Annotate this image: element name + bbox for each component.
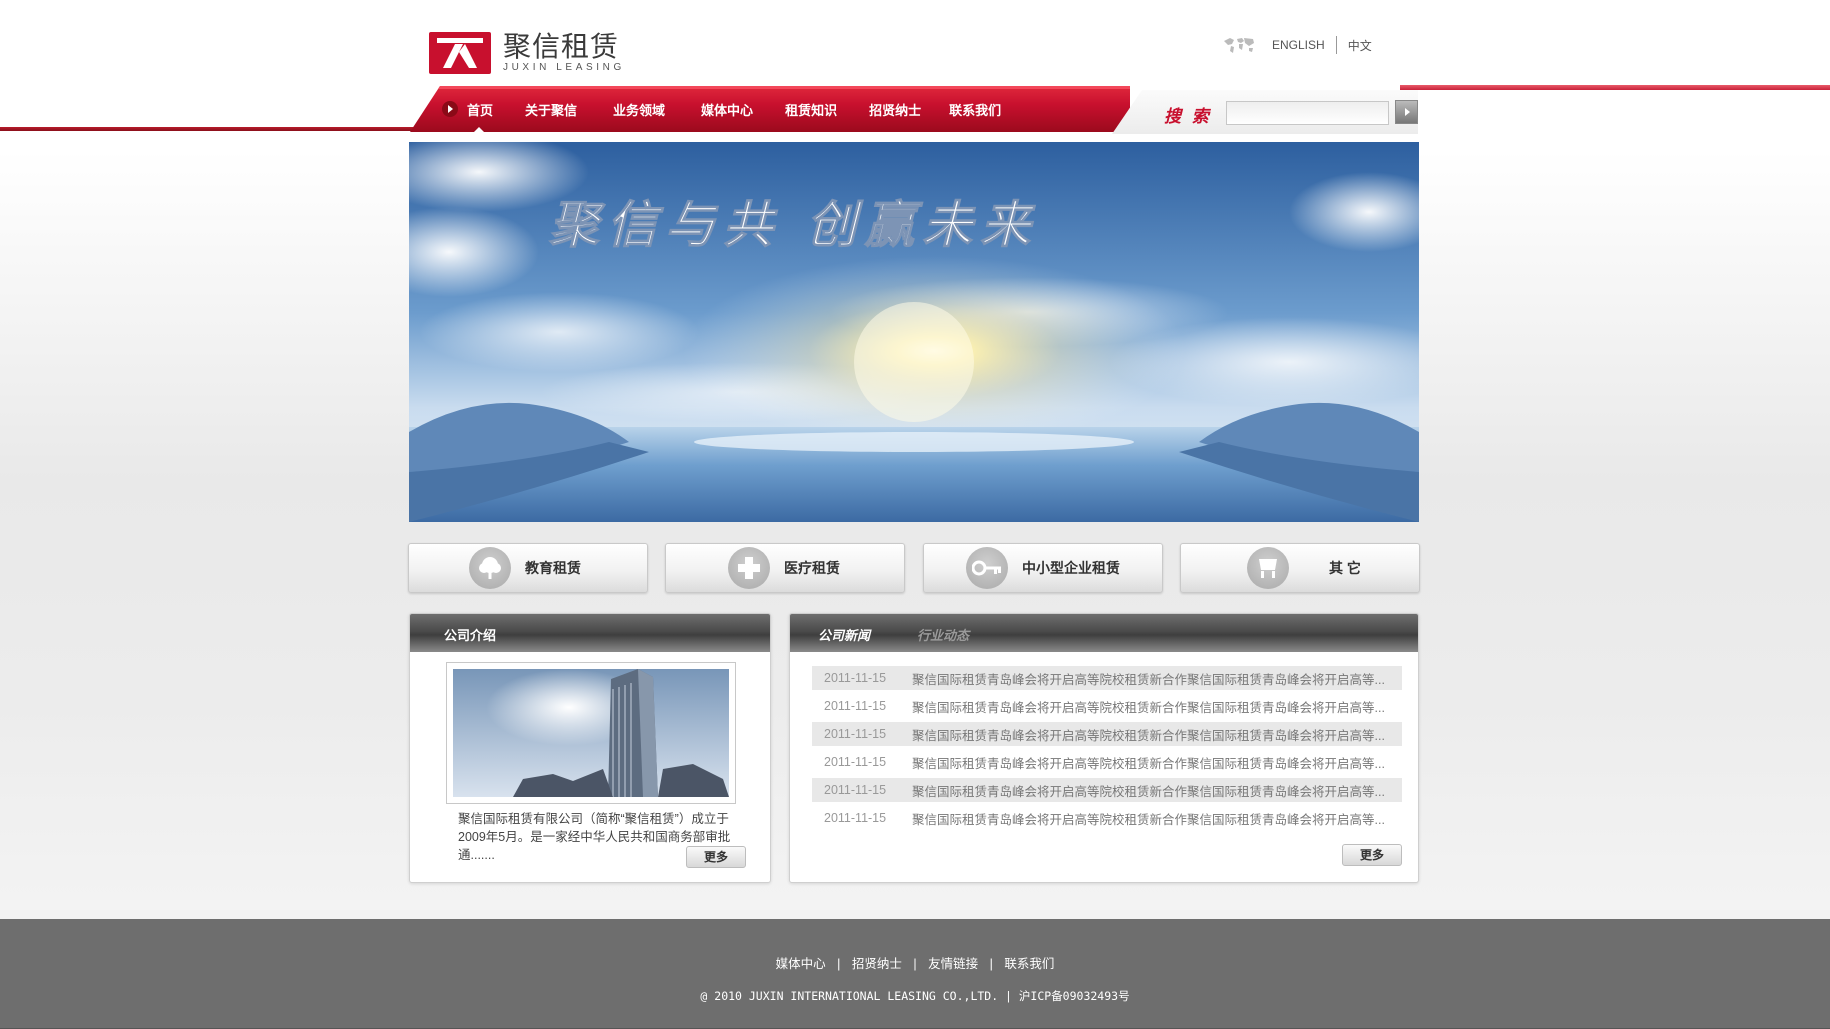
footer-link-friends[interactable]: 友情链接	[928, 957, 978, 971]
logo-mark-icon	[429, 32, 491, 74]
language-switch: ENGLISH 中文	[1222, 34, 1372, 56]
category-sme-button[interactable]: 中小型企业租赁	[923, 543, 1163, 593]
logo[interactable]: 聚信租赁 JUXIN LEASING	[429, 30, 629, 76]
category-other-label: 其 它	[1329, 560, 1361, 576]
logo-name-en: JUXIN LEASING	[503, 62, 625, 73]
news-title: 聚信国际租赁青岛峰会将开启高等院校租赁新合作聚信国际租赁青岛峰会将开启高等...	[912, 700, 1385, 715]
category-education-button[interactable]: 教育租赁	[408, 543, 648, 593]
footer-divider: |	[913, 957, 917, 971]
tab-industry-news[interactable]: 行业动态	[917, 625, 969, 644]
key-icon	[966, 547, 1008, 589]
logo-name-cn: 聚信租赁	[503, 30, 620, 63]
news-title: 聚信国际租赁青岛峰会将开启高等院校租赁新合作聚信国际租赁青岛峰会将开启高等...	[912, 784, 1385, 799]
english-link[interactable]: ENGLISH	[1272, 38, 1325, 52]
main-nav: 首页 关于聚信 业务领域 媒体中心 租赁知识 招贤纳士 联系我们	[442, 96, 1033, 122]
news-title: 聚信国际租赁青岛峰会将开启高等院校租赁新合作聚信国际租赁青岛峰会将开启高等...	[912, 756, 1385, 771]
news-panel: 公司新闻 行业动态 2011-11-15 聚信国际租赁青岛峰会将开启高等院校租赁…	[789, 613, 1419, 883]
news-more-button[interactable]: 更多	[1342, 844, 1402, 866]
nav-item-media[interactable]: 媒体中心	[701, 100, 753, 119]
tree-icon	[469, 547, 511, 589]
search-label: 搜 索	[1164, 107, 1212, 126]
medical-cross-icon	[728, 547, 770, 589]
nav-item-about[interactable]: 关于聚信	[525, 100, 577, 119]
banner-slogan: 聚信与共 创赢未来	[549, 195, 1038, 254]
news-title: 聚信国际租赁青岛峰会将开启高等院校租赁新合作聚信国际租赁青岛峰会将开启高等...	[912, 672, 1385, 687]
arrow-bullet-icon	[442, 101, 458, 117]
nav-item-contact[interactable]: 联系我们	[949, 100, 1001, 119]
news-item[interactable]: 2011-11-15 聚信国际租赁青岛峰会将开启高等院校租赁新合作聚信国际租赁青…	[812, 666, 1402, 690]
nav-right-rule	[1400, 85, 1830, 90]
news-date: 2011-11-15	[824, 783, 887, 797]
category-medical-label: 医疗租赁	[784, 560, 840, 576]
footer-divider: |	[989, 957, 993, 971]
footer-links: 媒体中心 | 招贤纳士 | 友情链接 | 联系我们	[0, 953, 1830, 972]
category-medical-button[interactable]: 医疗租赁	[665, 543, 905, 593]
footer-link-careers[interactable]: 招贤纳士	[852, 957, 902, 971]
nav-item-careers[interactable]: 招贤纳士	[869, 100, 921, 119]
news-date: 2011-11-15	[824, 671, 887, 685]
news-item[interactable]: 2011-11-15 聚信国际租赁青岛峰会将开启高等院校租赁新合作聚信国际租赁青…	[812, 694, 1402, 718]
tab-company-news[interactable]: 公司新闻	[818, 625, 870, 644]
nav-item-business[interactable]: 业务领域	[613, 100, 665, 119]
news-header: 公司新闻 行业动态	[790, 614, 1418, 652]
nav-item-knowledge[interactable]: 租赁知识	[785, 100, 837, 119]
news-item[interactable]: 2011-11-15 聚信国际租赁青岛峰会将开启高等院校租赁新合作聚信国际租赁青…	[812, 750, 1402, 774]
footer-link-media[interactable]: 媒体中心	[776, 957, 826, 971]
company-intro-more-button[interactable]: 更多	[686, 846, 746, 868]
news-item[interactable]: 2011-11-15 聚信国际租赁青岛峰会将开启高等院校租赁新合作聚信国际租赁青…	[812, 778, 1402, 802]
news-date: 2011-11-15	[824, 755, 887, 769]
news-item[interactable]: 2011-11-15 聚信国际租赁青岛峰会将开启高等院校租赁新合作聚信国际租赁青…	[812, 722, 1402, 746]
copyright: @ 2010 JUXIN INTERNATIONAL LEASING CO.,L…	[700, 989, 1130, 1003]
search-input[interactable]	[1226, 101, 1389, 125]
news-title: 聚信国际租赁青岛峰会将开启高等院校租赁新合作聚信国际租赁青岛峰会将开启高等...	[912, 812, 1385, 827]
company-intro-panel: 公司介绍 聚信国际租赁有限公司（简称“聚信租赁”）成立于2009年5月。是一家经…	[409, 613, 771, 883]
category-sme-label: 中小型企业租赁	[1022, 560, 1120, 576]
company-intro-title: 公司介绍	[444, 628, 497, 643]
search-submit-button[interactable]	[1395, 100, 1418, 124]
category-other-button[interactable]: 其 它	[1180, 543, 1420, 593]
footer	[0, 919, 1830, 1029]
category-education-label: 教育租赁	[525, 560, 581, 576]
news-date: 2011-11-15	[824, 727, 887, 741]
nav-active-indicator	[473, 127, 485, 133]
cart-icon	[1247, 547, 1289, 589]
news-date: 2011-11-15	[824, 811, 887, 825]
news-item[interactable]: 2011-11-15 聚信国际租赁青岛峰会将开启高等院校租赁新合作聚信国际租赁青…	[812, 806, 1402, 830]
company-intro-header: 公司介绍	[410, 614, 770, 652]
news-date: 2011-11-15	[824, 699, 887, 713]
world-map-icon	[1224, 38, 1254, 53]
company-building-photo	[446, 662, 736, 804]
nav-left-rule	[0, 127, 430, 131]
language-divider	[1335, 36, 1337, 54]
footer-link-contact[interactable]: 联系我们	[1004, 957, 1054, 971]
news-title: 聚信国际租赁青岛峰会将开启高等院校租赁新合作聚信国际租赁青岛峰会将开启高等...	[912, 728, 1385, 743]
hero-banner: 聚信与共 创赢未来	[409, 142, 1419, 522]
nav-item-home[interactable]: 首页	[467, 100, 493, 119]
footer-divider: |	[837, 957, 841, 971]
chinese-link[interactable]: 中文	[1348, 37, 1372, 54]
